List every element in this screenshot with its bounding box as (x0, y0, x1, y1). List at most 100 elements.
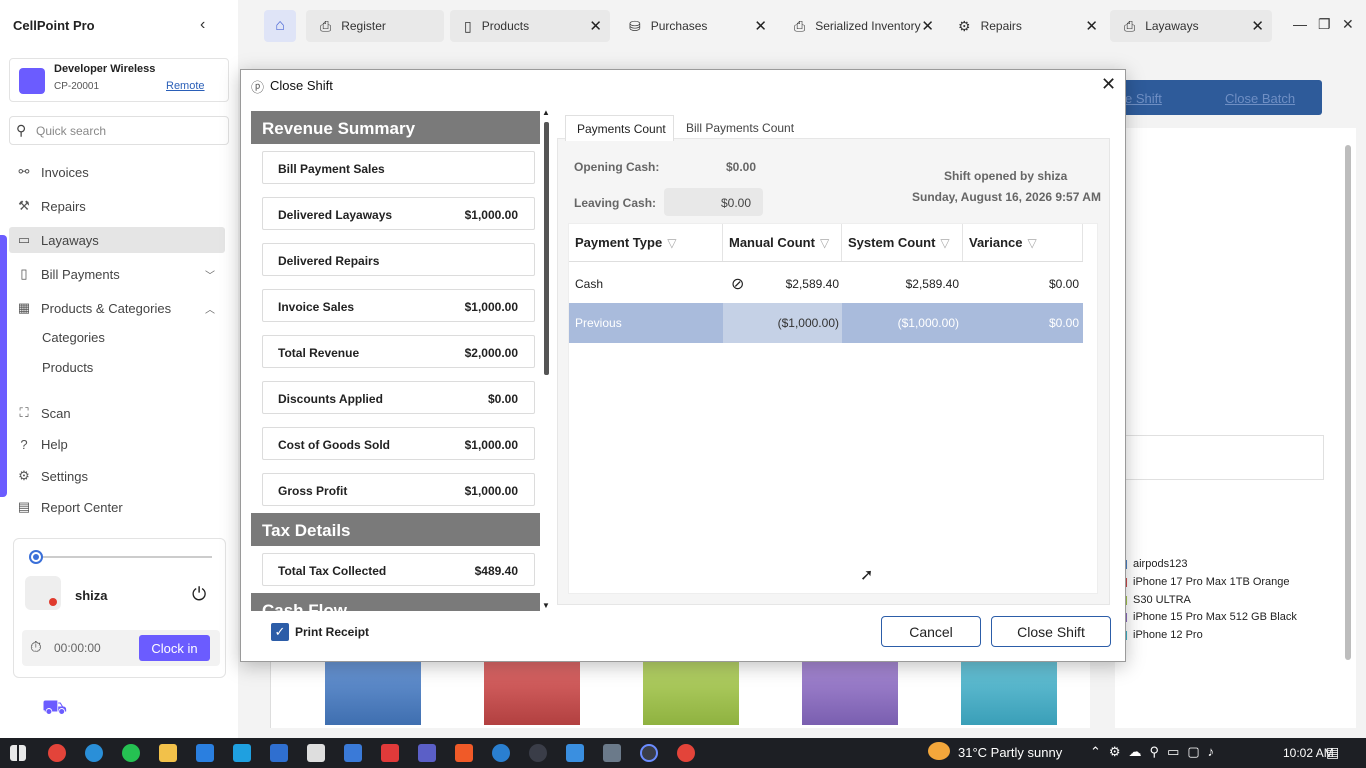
legend-item: S30 ULTRA (1122, 594, 1191, 606)
store-icon[interactable] (196, 744, 214, 762)
filter-icon[interactable]: ▽ (667, 236, 676, 250)
close-shift-link[interactable]: e Shift (1125, 91, 1162, 106)
cell-manual-count[interactable]: ($1,000.00) (723, 303, 842, 343)
whatsapp-icon[interactable] (122, 744, 140, 762)
scroll-down-icon[interactable]: ▼ (542, 601, 550, 610)
cell-manual-count[interactable]: $2,589.40 (723, 266, 839, 302)
table-row[interactable]: Cash ⊘ $2,589.40 $2,589.40 $0.00 (569, 266, 1083, 302)
cancel-button[interactable]: Cancel (881, 616, 981, 647)
sidebar-item-help[interactable]: ? Help (9, 431, 225, 457)
print-receipt-checkbox[interactable]: ✓ (271, 623, 289, 641)
table-row[interactable]: Previous ($1,000.00) ($1,000.00) $0.00 (569, 303, 1083, 343)
page-scrollbar-thumb[interactable] (1345, 145, 1351, 660)
sidebar-item-products-categories[interactable]: ▦ Products & Categories ︿ (9, 295, 225, 321)
app-icon[interactable] (233, 744, 251, 762)
sidebar-item-label: Repairs (41, 198, 86, 214)
app-icon[interactable] (566, 744, 584, 762)
quick-search-input[interactable]: ⚲ Quick search (9, 116, 229, 145)
close-shift-button[interactable]: Close Shift (991, 616, 1111, 647)
close-batch-link[interactable]: Close Batch (1225, 91, 1295, 106)
close-icon[interactable]: ✕ (921, 17, 934, 35)
home-tab[interactable]: ⌂ (264, 10, 296, 42)
sidebar-item-invoices[interactable]: ⚯ Invoices (9, 159, 225, 185)
tab-layaways[interactable]: ⎙ Layaways ✕ (1110, 10, 1272, 42)
dialog-title: Close Shift (270, 78, 333, 93)
tab-repairs[interactable]: ⚙ Repairs ✕ (944, 10, 1106, 42)
sidebar-item-label: Products & Categories (41, 300, 172, 316)
close-icon[interactable]: ✕ (1101, 74, 1116, 95)
notification-icon[interactable]: ▤ (1326, 744, 1339, 761)
chrome-icon[interactable] (48, 744, 66, 762)
system-tray-icons[interactable]: ⌃⚙☁⚲▭▢♪ (1090, 744, 1222, 760)
restore-icon[interactable]: ❐ (1318, 16, 1331, 33)
leaving-cash-input[interactable]: $0.00 (664, 188, 763, 216)
clock-in-button[interactable]: Clock in (139, 635, 210, 661)
minimize-icon[interactable]: — (1293, 16, 1307, 32)
app-icon[interactable] (307, 744, 325, 762)
close-icon[interactable]: ✕ (589, 17, 602, 35)
column-header-payment-type[interactable]: Payment Type ▽ (569, 224, 723, 261)
sidebar-item-repairs[interactable]: ⚒ Repairs (9, 193, 225, 219)
tab-register[interactable]: ⎙ Register (306, 10, 444, 42)
column-header-variance[interactable]: Variance ▽ (963, 224, 1083, 261)
report-icon: ▤ (17, 499, 31, 514)
truck-icon[interactable]: ⛟ (42, 697, 67, 722)
sidebar-item-layaways[interactable]: ▭ Layaways (9, 227, 225, 253)
tab-label: Products (481, 19, 530, 33)
remote-link[interactable]: Remote (166, 80, 205, 92)
app-icon[interactable] (381, 744, 399, 762)
window-close-icon[interactable]: ✕ (1342, 16, 1354, 33)
tab-payments-count[interactable]: Payments Count (565, 115, 674, 141)
sidebar-item-settings[interactable]: ⚙ Settings (9, 463, 225, 489)
tab-purchases[interactable]: ⛁ Purchases ✕ (615, 10, 775, 42)
app-r-icon[interactable] (270, 744, 288, 762)
sidebar-item-report-center[interactable]: ▤ Report Center (9, 494, 225, 520)
calculator-icon[interactable] (603, 744, 621, 762)
legend-item: iPhone 15 Pro Max 512 GB Black (1122, 611, 1297, 623)
filter-icon[interactable]: ▽ (820, 236, 829, 250)
close-icon[interactable]: ✕ (1085, 17, 1098, 35)
app-icon[interactable] (492, 744, 510, 762)
column-header-system-count[interactable]: System Count ▽ (842, 224, 963, 261)
stopwatch-icon: ⏱ (30, 639, 42, 656)
cash-flow-header: Cash Flow (251, 593, 540, 611)
filter-icon[interactable]: ▽ (940, 236, 949, 250)
tax-row: Total Tax Collected $489.40 (262, 553, 535, 586)
tab-serialized-inventory[interactable]: ⎙ Serialized Inventory ✕ (780, 10, 942, 42)
account-card[interactable]: Developer Wireless CP-20001 Remote (9, 58, 229, 102)
cell-system-count: $2,589.40 (905, 277, 959, 291)
app-icon[interactable] (640, 744, 658, 762)
printer-icon: ⎙ (1124, 17, 1136, 34)
grid-scrollbar[interactable] (1085, 262, 1097, 592)
revenue-row: Total Revenue $2,000.00 (262, 335, 535, 368)
chevron-down-icon: ﹀ (205, 270, 215, 282)
tab-products[interactable]: ▯ Products ✕ (450, 10, 610, 42)
edge-icon[interactable] (85, 744, 103, 762)
scroll-up-icon[interactable]: ▲ (542, 108, 550, 117)
collapse-sidebar-icon[interactable]: ‹ (200, 16, 205, 34)
taskbar: 31°C Partly sunny ⌃⚙☁⚲▭▢♪ 10:02 AM ▤ (0, 738, 1366, 768)
close-icon[interactable]: ✕ (754, 17, 767, 35)
revenue-summary-header: Revenue Summary (251, 111, 540, 144)
filter-icon[interactable]: ▽ (1028, 236, 1037, 250)
sidebar-item-label: Bill Payments (41, 266, 120, 282)
tab-bill-payments-count[interactable]: Bill Payments Count (686, 121, 794, 135)
start-icon[interactable] (10, 745, 26, 761)
sidebar-item-categories[interactable]: Categories (42, 330, 105, 345)
weather-text[interactable]: 31°C Partly sunny (958, 745, 1062, 760)
power-icon[interactable]: ⏻ (192, 584, 206, 605)
app-icon[interactable] (344, 744, 362, 762)
chart-bar (325, 661, 421, 725)
cell-payment-type: Previous (575, 316, 622, 330)
brave-icon[interactable] (455, 744, 473, 762)
app-icon[interactable] (529, 744, 547, 762)
file-explorer-icon[interactable] (159, 744, 177, 762)
summary-scrollbar-thumb[interactable] (544, 122, 549, 375)
sidebar-item-scan[interactable]: ⛶ Scan (9, 400, 225, 426)
teams-icon[interactable] (418, 744, 436, 762)
sidebar-item-products[interactable]: Products (42, 360, 93, 375)
column-header-manual-count[interactable]: Manual Count ▽ (723, 224, 842, 261)
close-icon[interactable]: ✕ (1251, 17, 1264, 35)
chrome-icon[interactable] (677, 744, 695, 762)
sidebar-item-bill-payments[interactable]: ▯ Bill Payments ﹀ (9, 261, 225, 287)
